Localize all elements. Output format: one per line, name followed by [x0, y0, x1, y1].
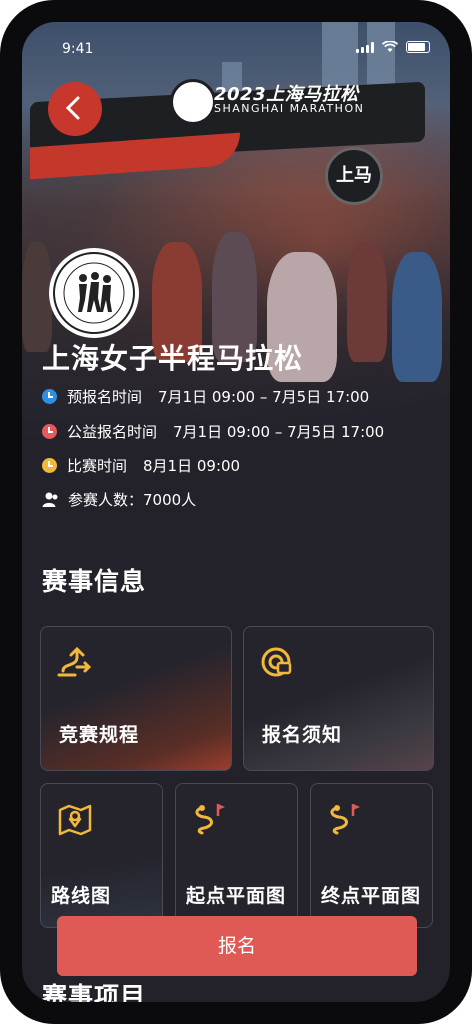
card-label: 起点平面图	[186, 885, 287, 907]
info-label: 比赛时间	[67, 457, 128, 475]
route-flag-icon	[330, 804, 360, 835]
chevron-left-icon	[65, 96, 80, 120]
info-label: 公益报名时间	[67, 423, 158, 441]
info-value: 7月1日 09:00 – 7月5日 17:00	[173, 423, 385, 441]
wifi-icon	[382, 41, 398, 52]
info-label: 参赛人数：7000人	[68, 491, 197, 509]
event-title: 上海女子半程马拉松	[42, 342, 304, 375]
person-icon	[42, 492, 58, 507]
signal-icon	[356, 41, 374, 53]
clock-icon	[42, 389, 57, 404]
info-value: 7月1日 09:00 – 7月5日 17:00	[158, 388, 370, 406]
status-bar: 9:41	[22, 22, 450, 66]
info-row-charity: 公益报名时间 7月1日 09:00 – 7月5日 17:00	[42, 421, 384, 442]
section-title-info: 赛事信息	[42, 567, 147, 596]
info-row-prereg: 预报名时间 7月1日 09:00 – 7月5日 17:00	[42, 386, 369, 407]
gate-sign: 上马	[325, 147, 383, 205]
card-registration-notice[interactable]: 报名须知	[243, 626, 434, 771]
clock-icon	[42, 424, 57, 439]
info-row-participants: 参赛人数：7000人	[42, 489, 196, 510]
info-value: 8月1日 09:00	[143, 457, 241, 475]
clock-icon	[42, 458, 57, 473]
section-title-items: 赛事项目	[42, 982, 147, 1002]
arch-logo	[170, 79, 216, 125]
card-label: 路线图	[51, 885, 112, 907]
signup-button[interactable]: 报名	[57, 916, 417, 976]
route-sign-icon	[57, 646, 92, 677]
route-flag-icon	[195, 804, 225, 835]
map-pin-icon	[58, 804, 92, 836]
app-screen: 2023上海马拉松 SHANGHAI MARATHON 上马 9:41 上海女子…	[22, 22, 450, 1002]
card-start-plan[interactable]: 起点平面图	[175, 783, 298, 928]
card-finish-plan[interactable]: 终点平面图	[310, 783, 433, 928]
back-button[interactable]	[48, 82, 102, 136]
card-competition-rules[interactable]: 竞赛规程	[40, 626, 232, 771]
target-icon	[261, 647, 292, 677]
card-label: 报名须知	[262, 724, 343, 746]
info-label: 预报名时间	[67, 388, 143, 406]
event-logo	[49, 248, 139, 338]
card-route-map[interactable]: 路线图	[40, 783, 163, 928]
battery-icon	[406, 41, 430, 53]
info-row-race-time: 比赛时间 8月1日 09:00	[42, 455, 240, 476]
phone-frame: 2023上海马拉松 SHANGHAI MARATHON 上马 9:41 上海女子…	[0, 0, 472, 1024]
card-label: 终点平面图	[321, 885, 422, 907]
banner-subtitle: SHANGHAI MARATHON	[214, 102, 365, 115]
status-time: 9:41	[62, 41, 94, 57]
card-label: 竞赛规程	[59, 724, 140, 746]
